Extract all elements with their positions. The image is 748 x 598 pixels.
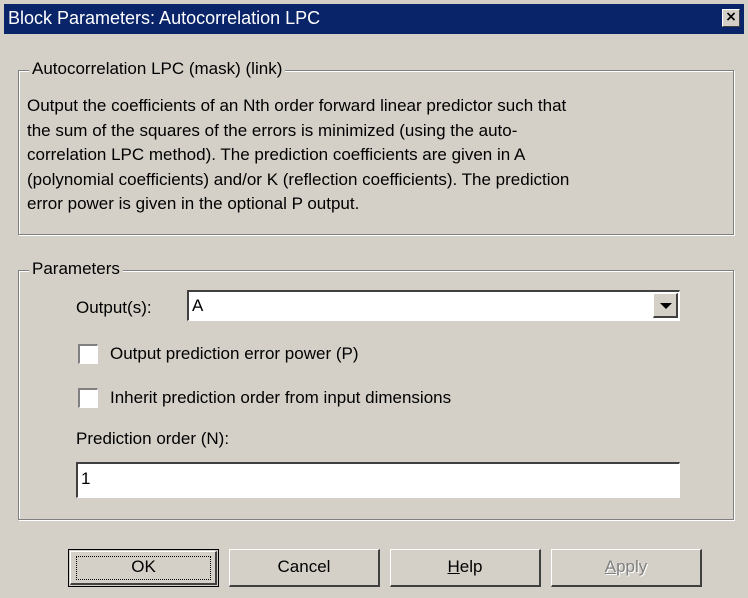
error-power-label[interactable]: Output prediction error power (P) bbox=[110, 344, 359, 364]
description-line: correlation LPC method). The prediction … bbox=[27, 145, 526, 164]
outputs-label: Output(s): bbox=[76, 298, 152, 317]
prediction-order-field[interactable]: 1 bbox=[76, 462, 680, 498]
cancel-button[interactable]: Cancel bbox=[229, 549, 380, 587]
outputs-value: A bbox=[192, 296, 204, 315]
ok-label: OK bbox=[131, 557, 156, 576]
cancel-label: Cancel bbox=[277, 557, 331, 576]
inherit-order-checkbox[interactable] bbox=[78, 388, 98, 408]
prediction-order-label: Prediction order (N): bbox=[76, 429, 230, 448]
window-title: Block Parameters: Autocorrelation LPC bbox=[8, 8, 321, 28]
ok-button[interactable]: OK bbox=[68, 549, 219, 587]
close-icon: × bbox=[725, 9, 737, 25]
parameters-legend: Parameters bbox=[29, 259, 123, 279]
apply-label: Apply bbox=[604, 557, 648, 576]
chevron-down-icon bbox=[660, 303, 672, 309]
outputs-dropdown[interactable]: A bbox=[187, 290, 680, 321]
description-line: error power is given in the optional P o… bbox=[27, 194, 360, 213]
help-button[interactable]: Help bbox=[390, 549, 541, 587]
prediction-order-value: 1 bbox=[81, 469, 91, 488]
dropdown-button[interactable] bbox=[653, 293, 678, 318]
error-power-checkbox[interactable] bbox=[78, 344, 98, 364]
mask-description: Output the coefficients of an Nth order … bbox=[27, 94, 727, 217]
title-bar: Block Parameters: Autocorrelation LPC × bbox=[4, 4, 744, 34]
description-line: Output the coefficients of an Nth order … bbox=[27, 96, 567, 115]
close-button[interactable]: × bbox=[722, 9, 740, 27]
description-line: (polynomial coefficients) and/or K (refl… bbox=[27, 169, 570, 189]
help-label: Help bbox=[447, 557, 483, 576]
inherit-order-label[interactable]: Inherit prediction order from input dime… bbox=[110, 388, 451, 408]
mask-legend: Autocorrelation LPC (mask) (link) bbox=[29, 59, 286, 79]
description-line: the sum of the squares of the errors is … bbox=[27, 120, 518, 140]
apply-button[interactable]: Apply bbox=[551, 549, 702, 587]
